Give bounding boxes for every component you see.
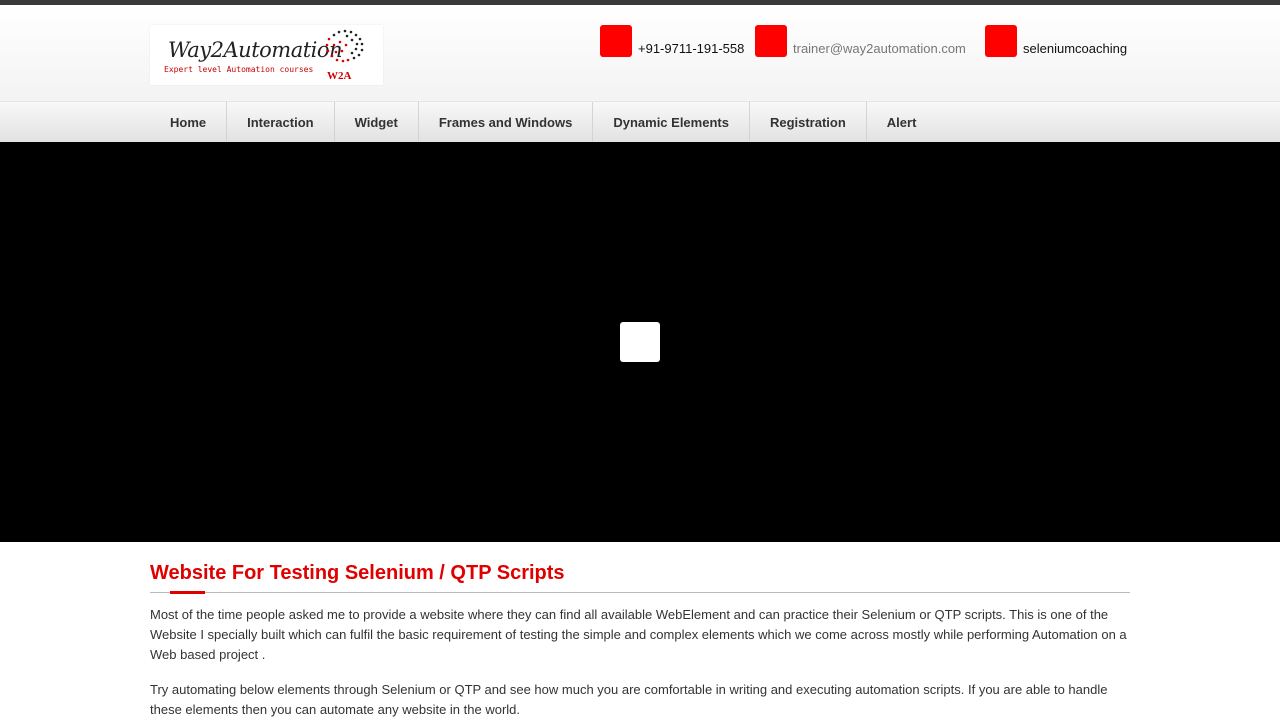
- nav-item-interaction[interactable]: Interaction: [227, 102, 335, 142]
- contact-phone: +91-9711-191-558: [600, 25, 744, 57]
- skype-icon: [985, 25, 1017, 57]
- main-nav: Home Interaction Widget Frames and Windo…: [0, 101, 1280, 142]
- intro-paragraph: Most of the time people asked me to prov…: [150, 607, 1127, 662]
- logo-mark-text: W2A: [327, 70, 352, 82]
- contact-email-link[interactable]: trainer@way2automation.com: [793, 41, 966, 57]
- nav-item-widget[interactable]: Widget: [335, 102, 419, 142]
- play-icon[interactable]: [620, 322, 660, 362]
- phone-icon: [600, 25, 632, 57]
- nav-item-registration[interactable]: Registration: [750, 102, 867, 142]
- nav-item-frames-and-windows[interactable]: Frames and Windows: [419, 102, 594, 142]
- logo-tagline: Expert level Automation courses: [164, 65, 314, 74]
- email-icon: [755, 25, 787, 57]
- video-player[interactable]: [0, 142, 1280, 542]
- main-content: Website For Testing Selenium / QTP Scrip…: [150, 542, 1130, 720]
- nav-item-alert[interactable]: Alert: [867, 102, 937, 142]
- instructions-paragraph: Try automating below elements through Se…: [150, 682, 1108, 717]
- logo-brand: Way2Automation: [168, 38, 343, 62]
- contact-email[interactable]: trainer@way2automation.com: [755, 25, 966, 57]
- logo-mark-icon: [325, 29, 364, 63]
- title-divider: [150, 586, 1130, 594]
- contact-skype: seleniumcoaching: [985, 25, 1127, 57]
- contact-skype-text: seleniumcoaching: [1023, 41, 1128, 56]
- page-title: Website For Testing Selenium / QTP Scrip…: [150, 562, 565, 584]
- contact-phone-text: +91-9711-191-558: [638, 41, 745, 56]
- site-header: Way2Automation Expert level Automation c…: [0, 5, 1280, 101]
- nav-item-home[interactable]: Home: [150, 102, 228, 142]
- site-logo[interactable]: Way2Automation Expert level Automation c…: [150, 25, 383, 85]
- nav-item-dynamic-elements[interactable]: Dynamic Elements: [593, 102, 750, 142]
